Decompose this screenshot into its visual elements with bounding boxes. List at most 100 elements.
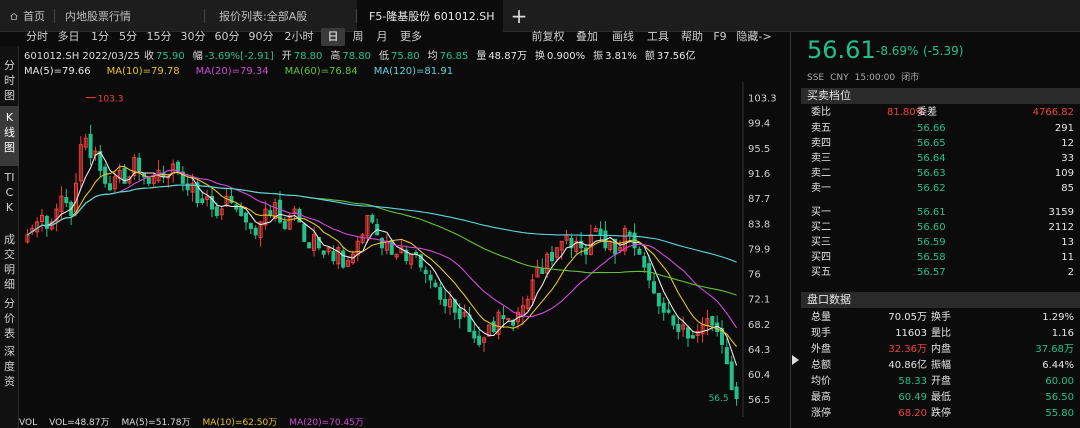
exchange: SSE <box>807 73 825 83</box>
candle-body <box>341 250 346 268</box>
stat-label: 跌停 <box>931 408 951 419</box>
side-tab-3[interactable]: 成交明细 <box>0 228 19 292</box>
candle-body <box>457 308 462 320</box>
market-status: 闭市 <box>901 73 920 83</box>
period-0[interactable]: 分时 <box>24 28 50 46</box>
stat-label: 总量 <box>811 312 831 323</box>
stat-label: 换手 <box>931 312 951 323</box>
bids-row: 买二 56.60 2112 <box>801 220 1080 235</box>
toolbar-action-6[interactable]: 隐藏-> <box>732 28 776 46</box>
candle-body <box>243 212 249 223</box>
info-label: 高 <box>330 51 341 62</box>
info-label: 均 <box>427 51 438 62</box>
period-1[interactable]: 多日 <box>52 28 85 46</box>
period-11[interactable]: 月 <box>371 28 393 46</box>
vol-legend-item: MA(20)=70.45万 <box>289 418 364 428</box>
asks-row: 卖一 56.62 85 <box>801 181 1080 196</box>
candle-body <box>331 250 336 262</box>
asks-row: 卖四 56.65 12 <box>801 136 1080 151</box>
panel-divider[interactable] <box>790 32 791 428</box>
side-tab-4[interactable]: 分价表 <box>0 292 19 340</box>
candle-body <box>690 335 695 339</box>
y-tick-label: 72.1 <box>748 295 770 306</box>
candle-body <box>107 183 113 191</box>
volume-legend: VOL VOL=48.87万 MA(5)=51.78万 MA(10)=62.50万 MA… <box>19 418 790 428</box>
y-tick-label: 68.2 <box>748 320 770 331</box>
toolbar-action-3[interactable]: 工具 <box>642 28 674 46</box>
y-tick-label: 64.3 <box>748 345 770 356</box>
change-amount: (-5.39) <box>923 44 964 58</box>
asks-label: 卖四 <box>811 138 831 149</box>
stat-label: 最高 <box>811 392 831 403</box>
asks-price: 56.64 <box>917 153 946 164</box>
candle-body <box>428 274 433 281</box>
toolbar-action-4[interactable]: 帮助 <box>676 28 708 46</box>
period-7[interactable]: 90分 <box>245 28 277 46</box>
vol-legend-item: VOL <box>19 418 38 428</box>
period-9[interactable]: 日 <box>321 28 345 46</box>
bids-price: 56.59 <box>917 237 946 248</box>
stat-value: 1.29% <box>1042 312 1074 323</box>
side-tab-5[interactable]: 深度资 <box>0 340 19 388</box>
stat-label: 量比 <box>931 328 951 339</box>
period-5[interactable]: 30分 <box>177 28 209 46</box>
asks-volume: 291 <box>1054 123 1074 134</box>
period-10[interactable]: 周 <box>347 28 369 46</box>
period-2[interactable]: 1分 <box>87 28 113 46</box>
info-field: 低 75.80 <box>379 51 424 62</box>
info-label: 开 <box>281 51 292 62</box>
toolbar-action-1[interactable]: 叠加 <box>570 28 604 46</box>
period-6[interactable]: 60分 <box>211 28 243 46</box>
stats-row: 最高 60.49 最低 56.50 <box>801 390 1080 405</box>
stats-row: 总额 40.86亿 振幅 6.44% <box>801 358 1080 373</box>
period-3[interactable]: 5分 <box>115 28 141 46</box>
asks-volume: 12 <box>1061 138 1074 149</box>
stat-value: 55.80 <box>1045 408 1074 419</box>
collapse-arrow-icon[interactable] <box>792 355 799 365</box>
info-field: 高 78.80 <box>330 51 375 62</box>
info-label: 额 <box>644 51 655 62</box>
bids-volume: 2112 <box>1048 222 1074 233</box>
ma-legend-item: MA(10)=79.78 <box>106 66 180 77</box>
side-tab-2[interactable]: TICK <box>0 166 19 228</box>
add-tab-icon[interactable]: + <box>506 3 532 29</box>
candle-body <box>501 315 506 320</box>
candle-body <box>676 324 681 333</box>
chart-background <box>19 82 790 417</box>
kline-chart[interactable]: 103.3 99.4 95.5 91.6 87.7 83.8 79.9 76 72.1 68.2 6… <box>19 82 790 417</box>
side-tab-0[interactable]: 分时图 <box>0 54 19 106</box>
stat-label: 内盘 <box>931 344 951 355</box>
period-4[interactable]: 15分 <box>143 28 175 46</box>
asks-volume: 85 <box>1061 183 1074 194</box>
candle-body <box>137 157 142 171</box>
y-tick-label: 56.5 <box>748 395 770 406</box>
period-12[interactable]: 更多 <box>395 28 427 46</box>
tab-label: 内地股票行情 <box>65 10 131 23</box>
stat-label: 现手 <box>811 328 831 339</box>
stat-value: 37.68万 <box>1035 344 1074 355</box>
period-8[interactable]: 2小时 <box>279 28 319 46</box>
toolbar-action-0[interactable]: 前复权 <box>528 28 568 46</box>
toolbar-action-5[interactable]: F9 <box>710 28 730 46</box>
orderbook-header: 买卖档位 <box>801 88 1080 104</box>
candle-body <box>229 196 234 204</box>
stats-row: 现手 11603 量比 1.16 <box>801 326 1080 341</box>
high-annotation: 103.3 <box>98 95 124 105</box>
bids-volume: 11 <box>1061 252 1074 263</box>
toolbar-action-2[interactable]: 画线 <box>606 28 640 46</box>
candle-body <box>506 318 511 321</box>
info-value: 48.87万 <box>488 51 527 62</box>
candle-body <box>710 316 715 326</box>
asks-row: 卖二 56.63 109 <box>801 166 1080 181</box>
stat-value: 70.05万 <box>888 312 927 323</box>
stat-label: 涨停 <box>811 408 831 419</box>
candle-body <box>389 240 394 255</box>
candle-body <box>651 281 657 294</box>
side-tab-1[interactable]: K线图 <box>0 106 19 166</box>
candle-body <box>253 227 258 236</box>
stat-value: 11603 <box>895 328 927 339</box>
tab-label: F5-隆基股份 601012.SH <box>369 10 495 23</box>
info-value: -3.69%[-2.91] <box>204 51 274 62</box>
y-tick-label: 99.4 <box>748 119 770 130</box>
side-tab-label: 分时图 <box>4 59 15 102</box>
